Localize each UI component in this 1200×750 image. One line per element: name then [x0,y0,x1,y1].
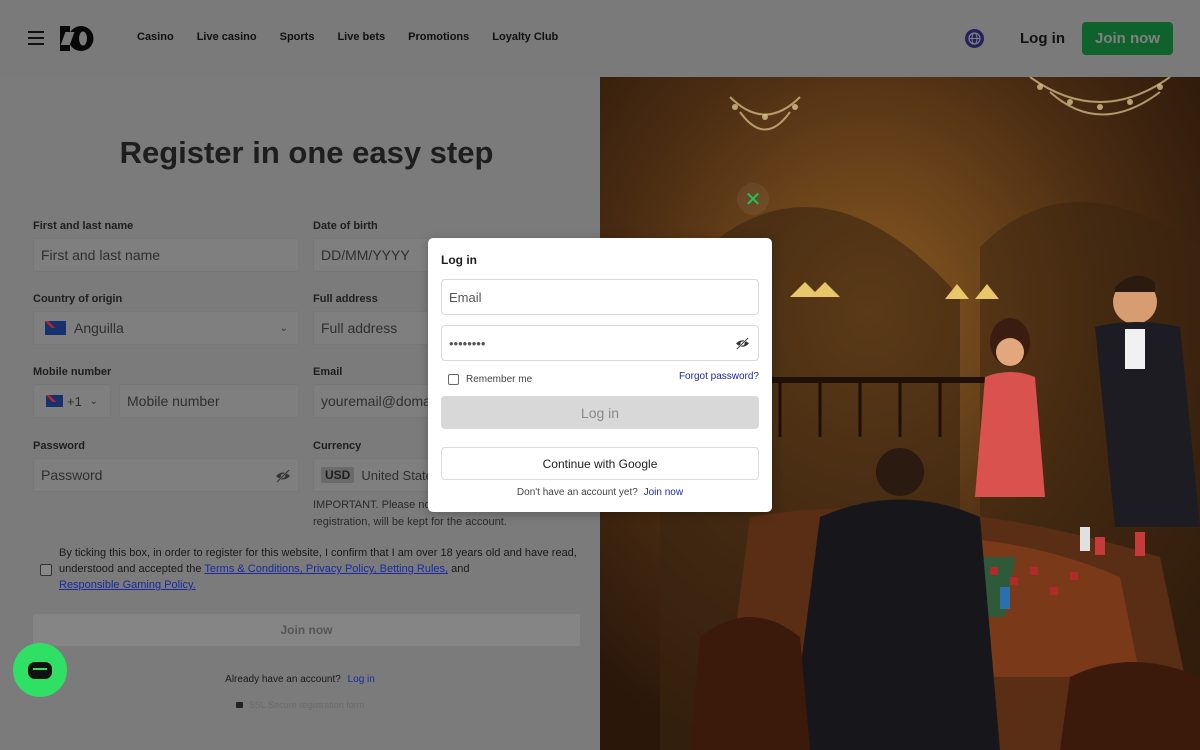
page-title: Register in one easy step [119,135,494,170]
password-value: •••••••• [449,335,486,351]
address-label: Full address [313,293,378,305]
email-input[interactable]: youremail@domain.com [313,384,433,418]
terms-link[interactable]: Terms & Conditions, Privacy Policy, Bett… [204,563,448,575]
mobile-input[interactable]: Mobile number [119,384,299,418]
login-modal: Log in Email •••••••• Remember me Forgot… [428,238,772,512]
lock-icon [236,702,243,708]
country-value: Anguilla [74,320,124,336]
chat-button[interactable] [13,643,67,697]
name-label: First and last name [33,220,134,232]
chevron-down-icon: ⌄ [279,323,288,334]
modal-join-link[interactable]: Join now [644,487,683,498]
modal-login-button[interactable]: Log in [441,396,759,429]
dob-label: Date of birth [313,220,378,232]
menu-icon[interactable] [28,31,44,45]
currency-label: Currency [313,440,362,452]
flag-icon [45,321,66,335]
brand-logo[interactable] [60,25,94,52]
eye-off-icon[interactable] [735,337,750,350]
country-label: Country of origin [33,293,123,305]
flag-icon [46,395,63,407]
country-select[interactable]: Anguilla ⌄ [33,311,299,345]
already-login-link[interactable]: Log in [348,674,375,685]
remember-checkbox[interactable] [448,374,459,385]
close-icon[interactable]: ✕ [737,183,769,215]
chevron-down-icon: ⌄ [89,396,98,407]
email-label: Email [313,366,343,378]
consent-checkbox[interactable] [40,564,52,576]
chat-icon [28,661,52,679]
dob-input[interactable]: DD/MM/YYYY [313,238,433,272]
language-globe-icon[interactable] [965,29,984,48]
phone-code-value: +1 [67,393,82,409]
already-account-row: Already have an account? Log in [0,674,600,685]
currency-name: United States dollar [361,467,432,483]
top-header: Casino Live casino Sports Live bets Prom… [0,0,1200,77]
already-text: Already have an account? [225,674,341,685]
modal-title: Log in [441,253,477,267]
currency-code: USD [321,467,355,483]
password-label: Password [33,440,85,452]
address-input[interactable]: Full address [313,311,433,345]
google-login-button[interactable]: Continue with Google [441,447,759,480]
secure-text: SSL Secure registration form [249,700,365,710]
phone-code-select[interactable]: +1 ⌄ [33,384,111,418]
nav-casino[interactable]: Casino [137,31,174,43]
modal-password-input[interactable]: •••••••• [441,325,759,361]
header-join-button[interactable]: Join now [1082,22,1173,55]
nav-promotions[interactable]: Promotions [408,31,469,43]
currency-select[interactable]: USD United States dollar [313,458,433,492]
consent-text: By ticking this box, in order to registe… [59,545,579,593]
join-now-button[interactable]: Join now [33,614,580,646]
eye-off-icon[interactable] [275,469,291,483]
main-nav: Casino Live casino Sports Live bets Prom… [137,31,581,43]
responsible-gaming-link[interactable]: Responsible Gaming Policy. [59,579,196,591]
no-account-text: Don't have an account yet? [516,487,638,498]
mobile-label: Mobile number [33,366,112,378]
name-input[interactable]: First and last name [33,238,299,272]
password-placeholder: Password [41,467,103,483]
remember-label: Remember me [466,374,533,385]
nav-sports[interactable]: Sports [280,31,315,43]
forgot-password-link[interactable]: Forgot password? [679,371,759,382]
password-input[interactable]: Password [33,458,299,492]
consent-and: and [451,563,470,575]
nav-live-casino[interactable]: Live casino [197,31,257,43]
signup-prompt: Don't have an account yet? Join now [428,487,772,498]
nav-live-bets[interactable]: Live bets [337,31,385,43]
modal-email-input[interactable]: Email [441,279,759,315]
secure-note: SSL Secure registration form [236,700,364,710]
nav-loyalty-club[interactable]: Loyalty Club [492,31,558,43]
header-login-button[interactable]: Log in [1020,30,1065,47]
